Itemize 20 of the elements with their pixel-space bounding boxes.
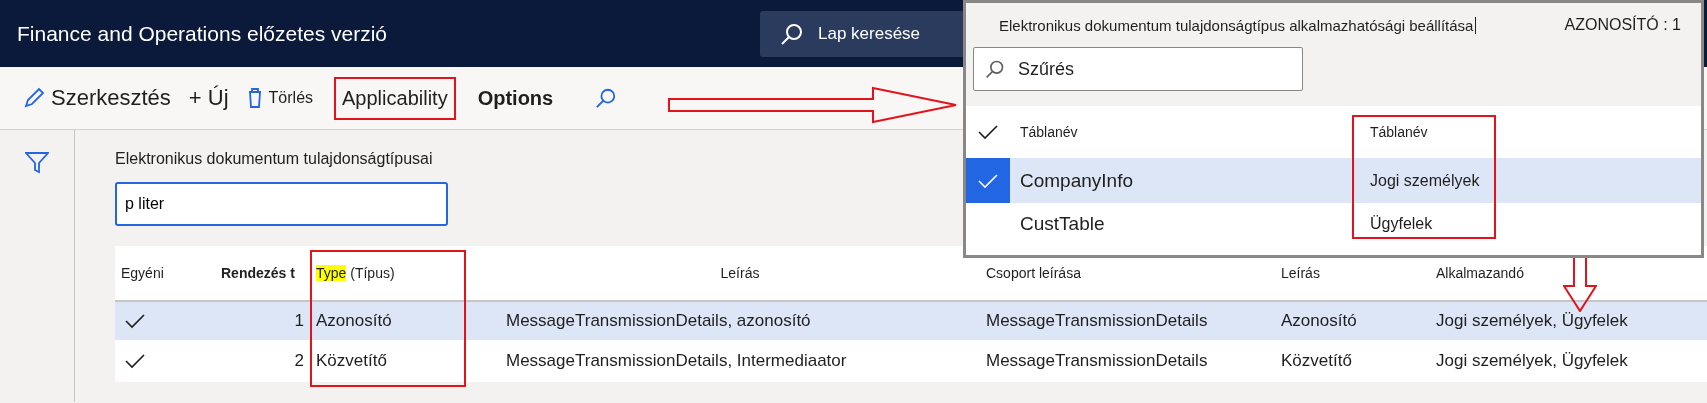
list-cell-text: CustTable (1019, 213, 1106, 235)
table-cell-text: Jogi személyek, Ügyfelek (1435, 351, 1629, 371)
table-cell-text: 1 (293, 311, 305, 331)
table-cell-text: MessageTransmissionDetails, Intermediaator (505, 351, 848, 371)
table-cell-text: Közvetítő (1280, 351, 1353, 371)
list-cell-text: CompanyInfo (1019, 169, 1134, 192)
table-cell-text: MessageTransmissionDetails (985, 311, 1209, 331)
filter-label: Elektronikus dokumentum tulajdonságtípusai (115, 150, 434, 168)
table-cell-text: Jogi személyek, Ügyfelek (1435, 311, 1629, 331)
table-cell-text: MessageTransmissionDetails (985, 351, 1209, 371)
table-cell-text: MessageTransmissionDetails, azonosító (505, 311, 812, 331)
list-cell-text: Jogi személyek (1369, 171, 1481, 190)
popup-title: Elektronikus dokumentum tulajdonságtípus alkalmazhatósági beállítása (999, 16, 1477, 34)
table-cell-text: Közvetítő (315, 351, 388, 371)
table-cell-text: Azonosító (315, 311, 393, 331)
list-cell-text: Ügyfelek (1369, 215, 1434, 233)
id-label: AZONOSÍTÓ : 1 (1564, 16, 1681, 34)
table-cell-text: 2 (293, 351, 305, 371)
app-title: Finance and Operations előzetes verzió (17, 21, 389, 46)
table-cell-text: Azonosító (1280, 311, 1358, 331)
